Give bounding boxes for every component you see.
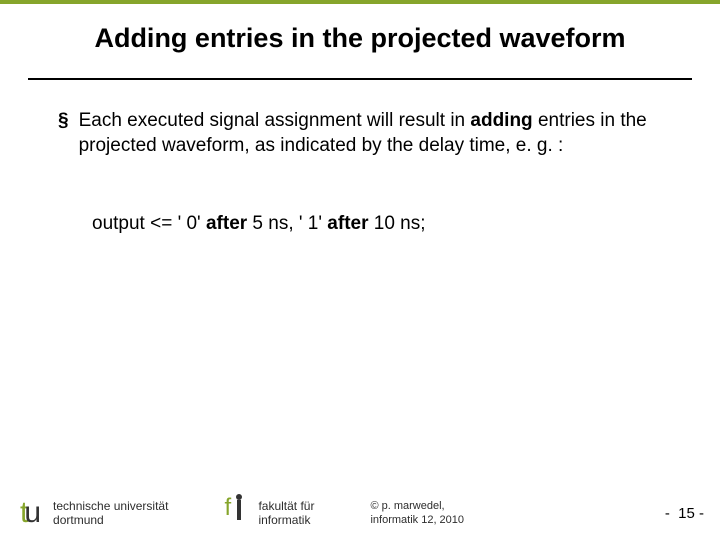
code-part-3: 10 ns; (368, 213, 425, 234)
university-name: technische universität dortmund (53, 499, 168, 528)
bullet-marker: § (58, 108, 69, 159)
title-area: Adding entries in the projected waveform (0, 4, 720, 68)
tu-logo: t u (20, 498, 43, 528)
page-number: - 15 - (665, 505, 704, 522)
copyright-line-2: informatik 12, 2010 (370, 513, 464, 527)
fi-logo-i (237, 500, 241, 520)
faculty-line-2: informatik (258, 513, 314, 527)
code-part-2: 5 ns, ' 1' (247, 213, 327, 234)
bullet-item: § Each executed signal assignment will r… (58, 108, 662, 159)
code-keyword-after-1: after (206, 213, 247, 234)
slide: Adding entries in the projected waveform… (0, 0, 720, 540)
slide-title: Adding entries in the projected waveform (48, 22, 672, 56)
footer: t u technische universität dortmund f fa… (0, 498, 720, 528)
tu-logo-u: u (24, 498, 40, 528)
code-part-1: output <= ' 0' (92, 213, 206, 234)
university-line-1: technische universität (53, 499, 168, 513)
code-keyword-after-2: after (327, 213, 368, 234)
code-example: output <= ' 0' after 5 ns, ' 1' after 10… (92, 213, 662, 235)
university-line-2: dortmund (53, 513, 168, 527)
fi-logo: f (224, 498, 250, 528)
faculty-line-1: fakultät für (258, 499, 314, 513)
faculty-name: fakultät für informatik (258, 499, 314, 528)
slide-body: § Each executed signal assignment will r… (0, 80, 720, 235)
copyright: © p. marwedel, informatik 12, 2010 (370, 499, 464, 528)
bullet-text-pre: Each executed signal assignment will res… (79, 110, 471, 131)
bullet-text-strong: adding (470, 110, 532, 131)
bullet-text: Each executed signal assignment will res… (79, 108, 662, 159)
fi-logo-f: f (224, 494, 231, 522)
copyright-line-1: © p. marwedel, (370, 499, 464, 513)
